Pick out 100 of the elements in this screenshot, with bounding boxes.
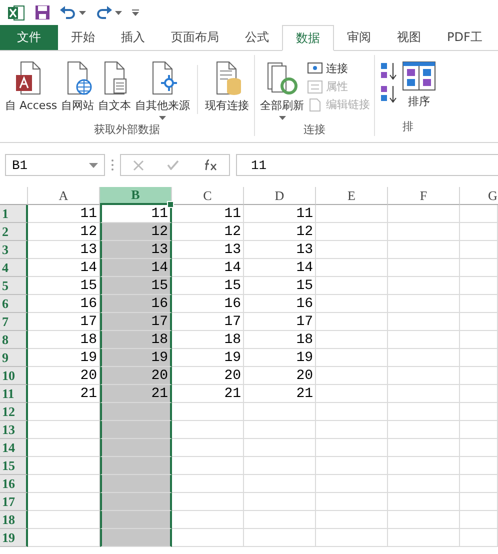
dropdown-caret-icon[interactable] [115,10,122,14]
redo-icon[interactable] [96,6,112,20]
ribbon-tab[interactable]: PDF工 [434,25,496,50]
row-header[interactable]: 19 [0,529,28,547]
row-header[interactable]: 16 [0,475,28,493]
row-header[interactable]: 5 [0,277,28,295]
ribbon-tab[interactable]: 公式 [232,25,282,50]
fill-handle[interactable] [167,201,174,208]
empty-cell [460,367,498,385]
ribbon-button[interactable]: 全部刷新 [259,59,306,122]
ribbon-small-button[interactable]: 连接 [307,61,370,76]
ribbon-button[interactable]: 排序 [401,59,438,111]
insert-function-icon[interactable] [203,159,218,171]
table-cell: 11 [172,205,244,223]
empty-cell [388,511,460,529]
save-icon[interactable] [35,5,50,20]
empty-cell [460,529,498,547]
dropdown-caret-icon[interactable] [89,162,98,168]
column-header[interactable]: G [460,187,498,205]
empty-cell [316,457,388,475]
row-header[interactable]: 9 [0,349,28,367]
dropdown-caret-icon[interactable] [278,116,286,120]
file-tab[interactable]: 文件 [0,25,58,50]
ribbon-button[interactable]: 自 Access [4,59,58,115]
empty-cell [388,421,460,439]
empty-cell [316,511,388,529]
ribbon-tab[interactable]: 审阅 [334,25,384,50]
empty-cell [316,223,388,241]
empty-cell [388,385,460,403]
empty-cell [460,205,498,223]
empty-cell [460,439,498,457]
column-header[interactable]: B [100,187,172,205]
row-header[interactable]: 6 [0,295,28,313]
dropdown-caret-icon[interactable] [79,10,86,14]
empty-cell [316,475,388,493]
row-header[interactable]: 8 [0,331,28,349]
row-header[interactable]: 3 [0,241,28,259]
name-box[interactable]: B1 [5,154,105,176]
row-header[interactable]: 4 [0,259,28,277]
column-header[interactable]: F [388,187,460,205]
group-label: 排 [402,119,415,135]
empty-cell [388,241,460,259]
empty-cell [388,439,460,457]
empty-cell [388,331,460,349]
empty-cell [316,385,388,403]
table-cell: 19 [244,349,316,367]
empty-cell [460,295,498,313]
grip-icon [111,159,114,171]
ribbon-button[interactable]: 自文本 [97,59,132,115]
row-header[interactable]: 7 [0,313,28,331]
ribbon-tab[interactable]: 视图 [384,25,434,50]
empty-cell [460,277,498,295]
ribbon-button[interactable]: 现有连接 [204,59,250,115]
dropdown-caret-icon[interactable] [159,116,166,120]
row-header[interactable]: 1 [0,205,28,223]
table-cell: 14 [100,259,172,277]
group-label: 获取外部数据 [93,122,162,138]
row-header[interactable]: 14 [0,439,28,457]
sort-icon [402,61,436,91]
empty-cell [460,403,498,421]
row-header[interactable]: 11 [0,385,28,403]
table-cell: 19 [100,349,172,367]
empty-cell [244,475,316,493]
empty-cell [460,511,498,529]
column-header[interactable]: D [244,187,316,205]
column-header[interactable]: E [316,187,388,205]
ribbon-button[interactable]: 自其他来源 [134,59,192,122]
row-header[interactable]: 2 [0,223,28,241]
check-icon[interactable] [167,160,180,170]
row-header[interactable]: 18 [0,511,28,529]
ribbon-tab[interactable]: 数据 [282,25,334,51]
table-cell: 13 [244,241,316,259]
link-file-icon [307,98,324,112]
ribbon-tab[interactable]: 开始 [58,25,108,50]
row-header[interactable]: 12 [0,403,28,421]
row-header[interactable]: 10 [0,367,28,385]
empty-cell [460,421,498,439]
empty-cell [460,493,498,511]
table-cell: 15 [100,277,172,295]
row-header[interactable]: 17 [0,493,28,511]
row-header[interactable]: 15 [0,457,28,475]
customize-menu-icon[interactable] [132,9,139,16]
row-header[interactable]: 13 [0,421,28,439]
sort-descending-icon[interactable] [379,84,400,104]
table-cell: 14 [172,259,244,277]
sort-ascending-icon[interactable] [379,61,400,81]
table-cell: 21 [244,385,316,403]
table-cell: 13 [172,241,244,259]
table-cell: 14 [244,259,316,277]
ribbon-tab[interactable]: 页面布局 [158,25,232,50]
excel-logo-icon[interactable] [8,4,25,20]
empty-cell [244,511,316,529]
formula-input[interactable]: 11 [236,154,498,176]
empty-cell [244,421,316,439]
ribbon-button[interactable]: 自网站 [60,59,96,115]
undo-icon[interactable] [60,6,76,20]
empty-cell [388,529,460,547]
empty-cell [388,205,460,223]
ribbon-tab[interactable]: 插入 [108,25,158,50]
connection-icon [307,62,324,76]
